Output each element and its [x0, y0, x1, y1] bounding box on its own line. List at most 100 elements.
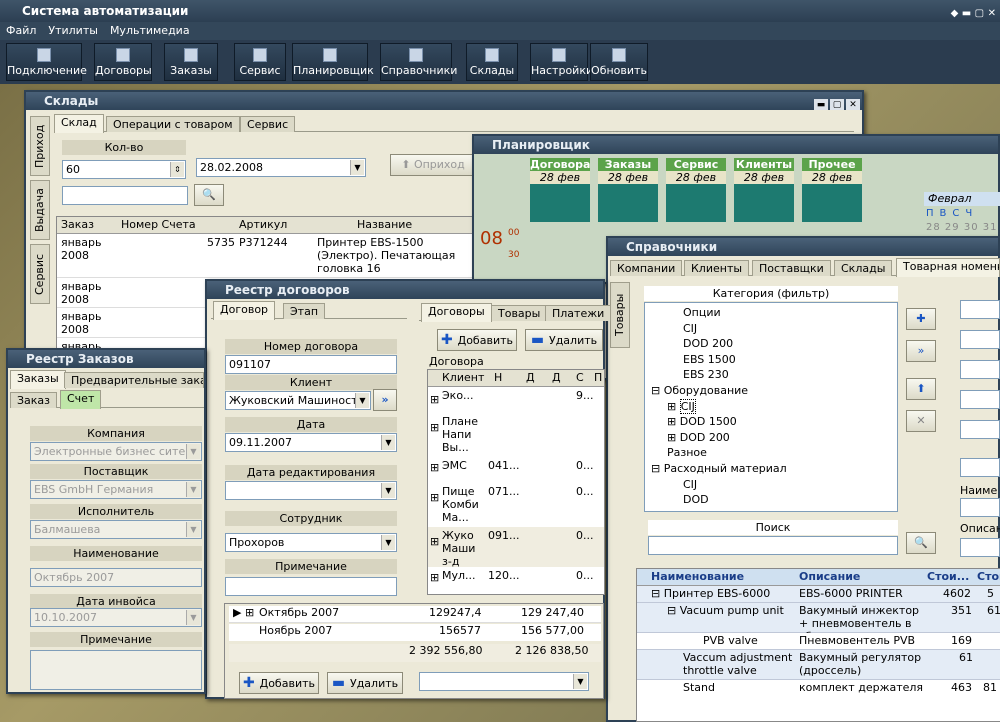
tree-item[interactable]: EBS 230	[645, 367, 897, 383]
contracts-group-label: Договора	[429, 355, 484, 368]
tree-item[interactable]: EBS 1500	[645, 352, 897, 368]
open-client-button[interactable]: »	[373, 389, 397, 411]
edit-date-label: Дата редактирования	[225, 465, 397, 480]
delete-category-button[interactable]: ✕	[906, 410, 936, 432]
table-row[interactable]: ⊟ Принтер EBS-6000 EBS-6000 PRINTER 4602 5	[637, 586, 1000, 603]
table-row[interactable]: ⊞ Жуко Маши з-д 091... 0...	[428, 527, 604, 568]
supplier-select[interactable]: EBS GmbH Германия ▼	[30, 480, 202, 499]
ref-field-4[interactable]	[960, 390, 1000, 409]
company-select[interactable]: Электронные бизнес сите ▼	[30, 442, 202, 461]
ref-field-3[interactable]	[960, 360, 1000, 379]
client-select[interactable]: Жуковский Машиност ▼	[225, 391, 371, 410]
table-row[interactable]: ⊟ Vacuum pump unit Вакумный инжектор + пн…	[637, 603, 1000, 643]
employee-select[interactable]: Прохоров ▼	[225, 533, 397, 552]
table-row[interactable]: Ноябрь 2007 156577 156 577,00	[229, 624, 601, 641]
orders-button[interactable]: Заказы	[164, 43, 218, 81]
tab-goods[interactable]: Товары	[491, 305, 548, 321]
table-row[interactable]: ⊞ Эко... 9...	[428, 387, 604, 413]
references-button[interactable]: Справочники	[380, 43, 457, 81]
ref-field-1[interactable]	[960, 300, 1000, 319]
tab-warehouses[interactable]: Склады	[834, 260, 893, 276]
table-row[interactable]: ⊞ Пище Комби Ма... 071... 0...	[428, 483, 604, 527]
settings-button[interactable]: Настройки	[530, 43, 593, 81]
side-tab-issue[interactable]: Выдача	[30, 180, 50, 240]
note-input[interactable]	[225, 577, 397, 596]
table-row[interactable]: PVB valve Пневмовентель PVB 169	[637, 633, 1000, 650]
side-tab-service[interactable]: Сервис	[30, 244, 50, 304]
delete-order-button[interactable]: ▬ Удалить	[327, 672, 403, 694]
tab-stage[interactable]: Этап	[283, 303, 326, 319]
tab-payments[interactable]: Платежи	[545, 305, 612, 321]
delete-contract-button[interactable]: ▬ Удалить	[525, 329, 603, 351]
ref-desc-field[interactable]	[960, 538, 1000, 557]
incoming-button[interactable]: ⬆ Оприход	[390, 154, 476, 176]
tab-contracts-list[interactable]: Договоры	[421, 303, 492, 322]
tree-item[interactable]: CIJ	[645, 477, 897, 493]
move-button[interactable]: »	[906, 340, 936, 362]
table-row[interactable]: Stand комплект держателя 463 81	[637, 680, 1000, 697]
order-note-input[interactable]	[30, 650, 202, 690]
table-row[interactable]: ⊞ Мул... 120... 0...	[428, 567, 604, 589]
planner-button[interactable]: Планировщик	[292, 43, 374, 81]
tab-contract[interactable]: Договор	[213, 301, 276, 320]
add-contract-button[interactable]: ✚ Добавить	[437, 329, 517, 351]
table-row[interactable]: ▶ ⊞ Октябрь 2007 129247,4 129 247,40	[229, 606, 601, 623]
ref-name-field[interactable]	[960, 498, 1000, 517]
qty-input[interactable]: 60 ⇕	[62, 160, 186, 179]
tree-item[interactable]: Опции	[645, 305, 897, 321]
tree-item[interactable]: ⊞ DOD 1500	[645, 414, 897, 430]
tab-warehouse[interactable]: Склад	[54, 114, 104, 133]
table-row[interactable]: Vaccum adjustment throttle valve Вакумный…	[637, 650, 1000, 680]
tab-orders[interactable]: Заказы	[10, 370, 66, 389]
tree-item[interactable]: ⊞ DOD 200	[645, 430, 897, 446]
side-tab-goods[interactable]: Товары	[610, 282, 630, 348]
add-order-button[interactable]: ✚ Добавить	[239, 672, 319, 694]
tree-item[interactable]: ⊟ Расходный материал	[645, 461, 897, 477]
tab-invoice[interactable]: Счет	[60, 390, 102, 409]
menu-file[interactable]: Файл	[0, 22, 42, 39]
tab-operations[interactable]: Операции с товаром	[106, 116, 240, 132]
service-button[interactable]: Сервис	[234, 43, 286, 81]
table-row[interactable]: январь 2008 5735 P371244 Принтер EBS-150…	[57, 234, 475, 278]
tab-service[interactable]: Сервис	[240, 116, 296, 132]
tab-suppliers[interactable]: Поставщки	[752, 260, 831, 276]
tab-nomenclature[interactable]: Товарная номенк	[896, 258, 1000, 277]
add-category-button[interactable]: ✚	[906, 308, 936, 330]
refresh-button[interactable]: Обновить	[590, 43, 648, 81]
warehouses-button[interactable]: Склады	[466, 43, 518, 81]
table-row[interactable]: ⊞ ЭМС 041... 0...	[428, 457, 604, 483]
tree-item[interactable]: Разное	[645, 445, 897, 461]
tab-preorders[interactable]: Предварительные заказы	[64, 372, 204, 388]
date-picker[interactable]: 28.02.2008 ▼	[196, 158, 366, 177]
contracts-button[interactable]: Договоры	[94, 43, 152, 81]
tree-item[interactable]: CIJ	[645, 321, 897, 337]
executor-select[interactable]: Балмашева ▼	[30, 520, 202, 539]
order-name-input[interactable]: Октябрь 2007	[30, 568, 202, 587]
move-up-button[interactable]: ⬆	[906, 378, 936, 400]
edit-date-picker[interactable]: ▼	[225, 481, 397, 500]
tree-item[interactable]: ⊟ Оборудование	[645, 383, 897, 399]
ref-field-6[interactable]	[960, 458, 1000, 477]
invoice-date-picker[interactable]: 10.10.2007 ▼	[30, 608, 202, 627]
menu-utils[interactable]: Утилиты	[42, 22, 104, 39]
ref-field-2[interactable]	[960, 330, 1000, 349]
connect-button[interactable]: Подключение	[6, 43, 87, 81]
menu-multimedia[interactable]: Мультимедиа	[104, 22, 196, 39]
category-tree[interactable]: Опции CIJ DOD 200 EBS 1500 EBS 230 ⊟ Обо…	[644, 302, 898, 512]
tab-clients[interactable]: Клиенты	[684, 260, 750, 276]
tree-item[interactable]: DOD	[645, 492, 897, 508]
contract-date-picker[interactable]: 09.11.2007 ▼	[225, 433, 397, 452]
table-row[interactable]: ⊞ Плане Напи Вы...	[428, 413, 604, 457]
contract-number-input[interactable]: 091107	[225, 355, 397, 374]
tab-order[interactable]: Заказ	[10, 392, 58, 408]
filter-select[interactable]: ▼	[419, 672, 589, 691]
ref-search-input[interactable]	[648, 536, 898, 555]
ref-field-5[interactable]	[960, 420, 1000, 439]
tree-item[interactable]: ⊞ CIJ	[645, 398, 897, 415]
side-tab-incoming[interactable]: Приход	[30, 116, 50, 176]
search-button[interactable]: 🔍	[194, 184, 224, 206]
search-field[interactable]	[62, 186, 188, 205]
ref-search-button[interactable]: 🔍	[906, 532, 936, 554]
tree-item[interactable]: DOD 200	[645, 336, 897, 352]
tab-companies[interactable]: Компании	[610, 260, 683, 276]
